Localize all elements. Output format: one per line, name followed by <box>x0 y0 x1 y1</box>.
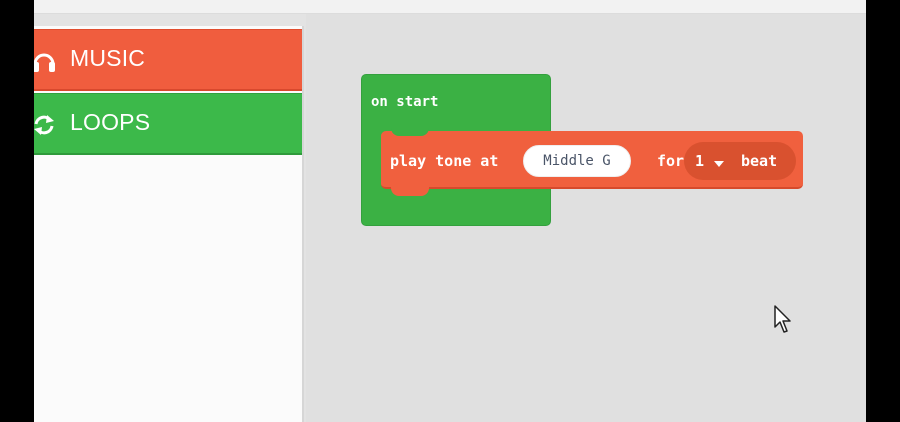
for-label: for <box>657 152 685 170</box>
refresh-icon <box>34 112 56 138</box>
block-notch <box>391 128 429 136</box>
play-tone-label: play tone at <box>390 152 499 170</box>
category-loops-label: LOOPS <box>70 109 151 135</box>
block-tab <box>391 187 429 196</box>
note-field[interactable]: Middle G <box>523 145 631 177</box>
category-loops[interactable]: LOOPS <box>34 93 302 155</box>
chevron-down-icon <box>714 156 724 167</box>
toolbox: MUSIC LOOPS <box>34 26 304 422</box>
top-bar <box>34 0 866 14</box>
headphones-icon <box>34 48 56 74</box>
on-start-label: on start <box>371 94 439 110</box>
category-music-label: MUSIC <box>70 45 146 71</box>
beat-value: 1 <box>695 152 705 170</box>
beat-unit: beat <box>741 152 778 170</box>
play-tone-block[interactable]: play tone at Middle G for 1 beat <box>381 128 803 196</box>
category-music[interactable]: MUSIC <box>34 29 302 91</box>
mouse-cursor-icon <box>774 305 796 335</box>
beat-dropdown[interactable]: 1 beat <box>684 142 796 180</box>
editor-frame: MUSIC LOOPS on start play tone at Middle… <box>34 0 866 422</box>
